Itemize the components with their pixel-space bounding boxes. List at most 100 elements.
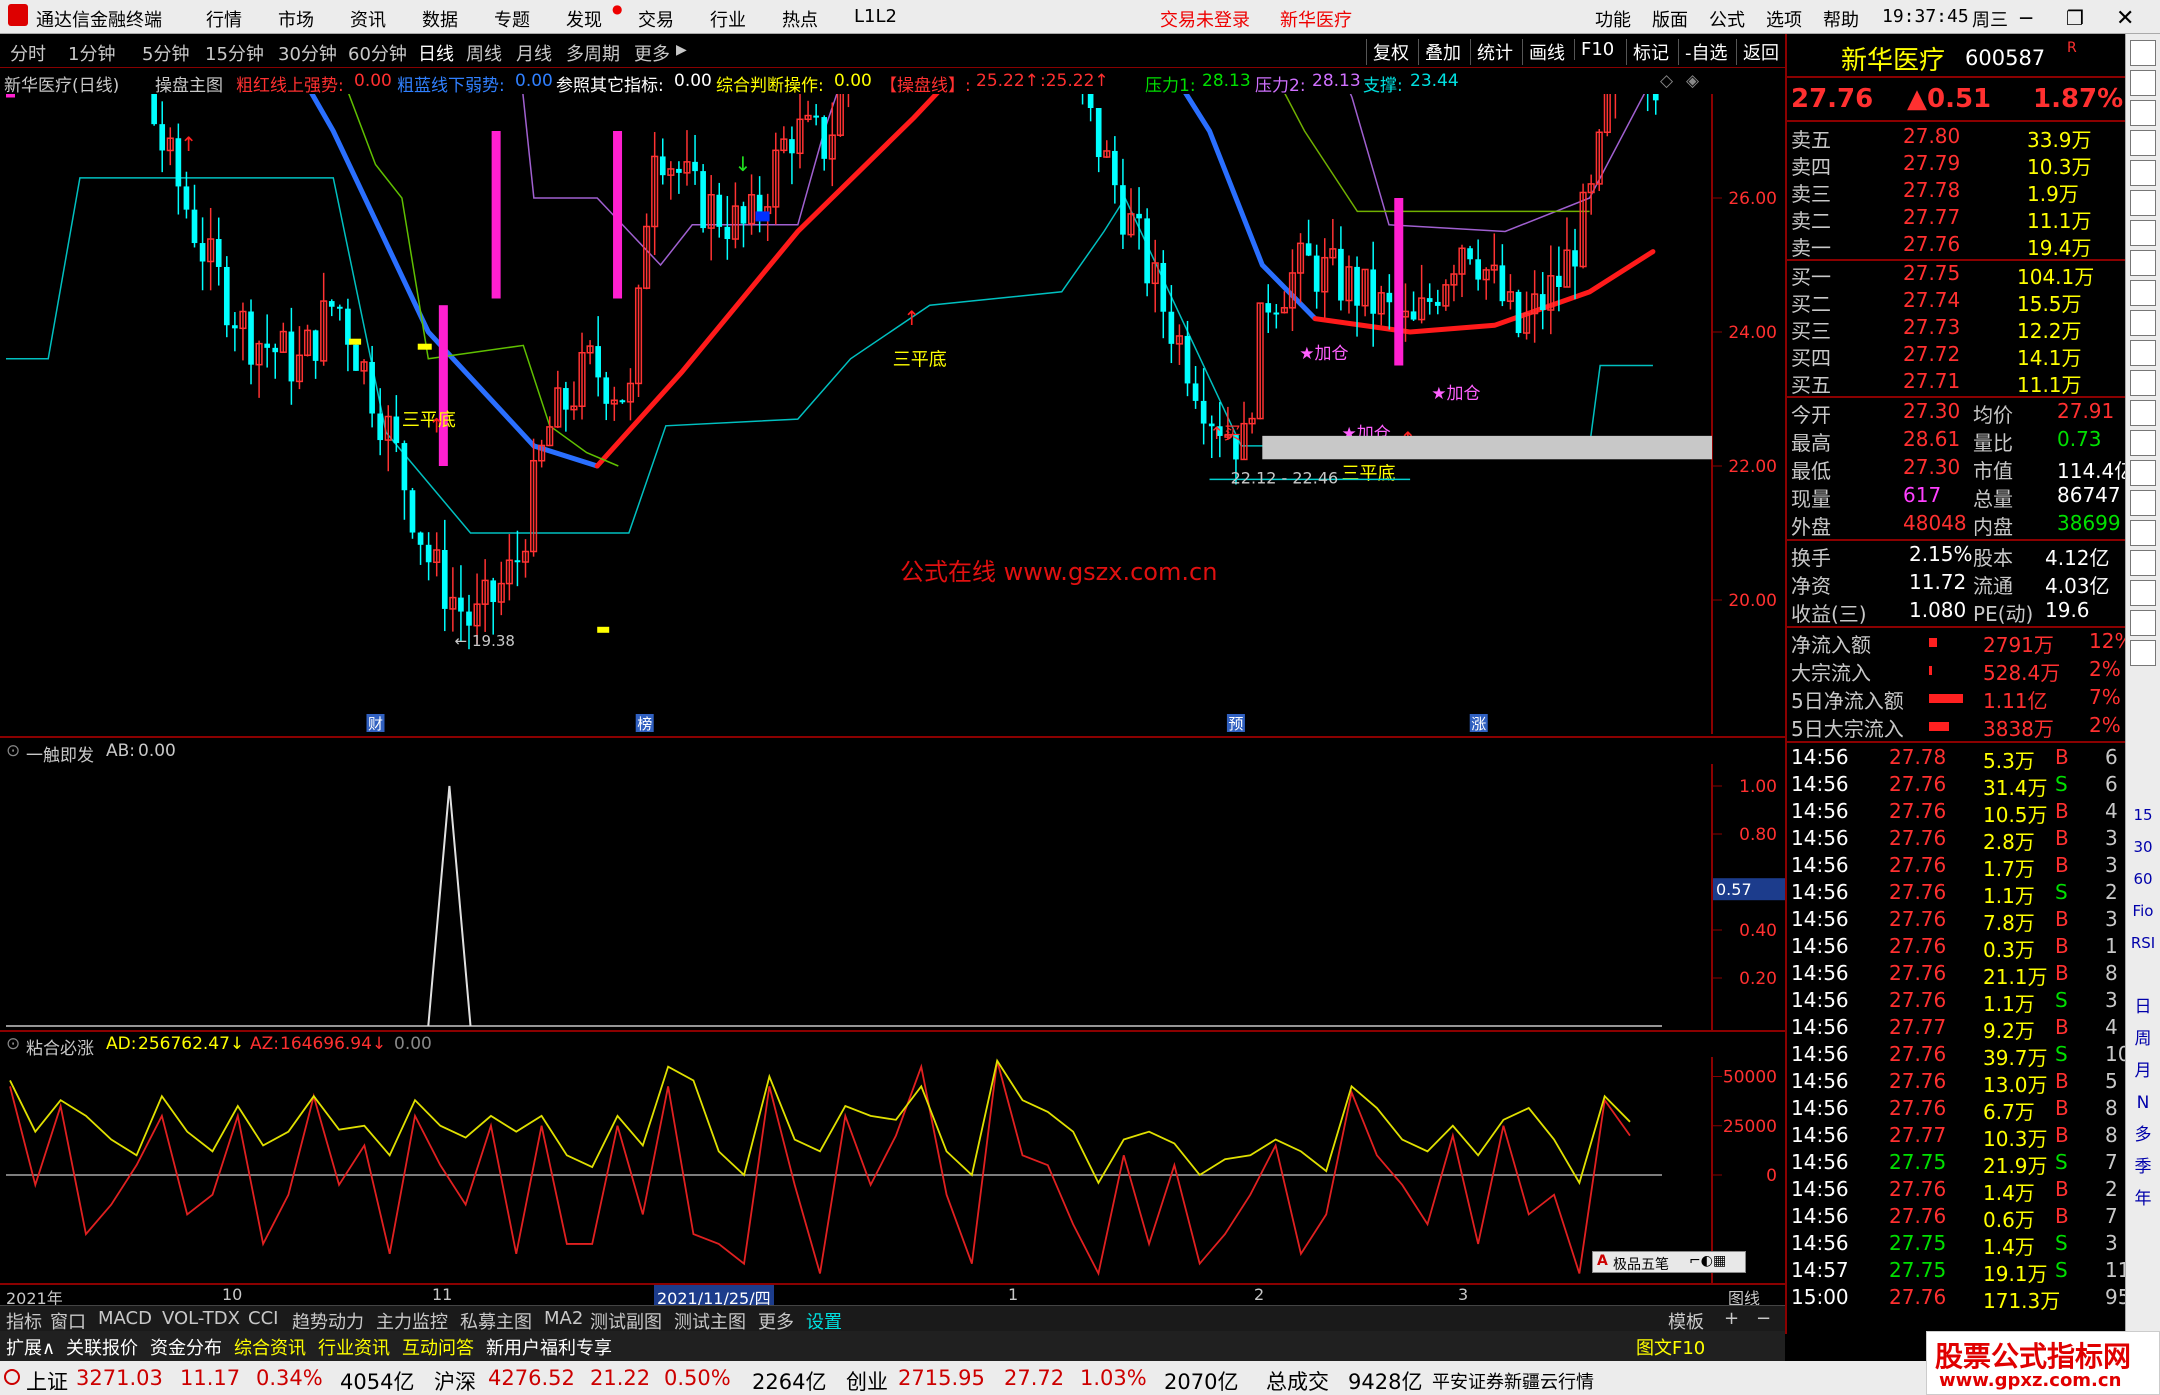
tab-macd[interactable]: MACD bbox=[98, 1308, 152, 1329]
tick-row[interactable]: 14:56 27.76 10.5万 B 4 bbox=[1787, 799, 2127, 827]
tick-row[interactable]: 14:56 27.76 1.1万 S 3 bbox=[1787, 988, 2127, 1016]
pane2-title[interactable]: 一触即发 bbox=[26, 741, 94, 766]
menu-item-zhuanti[interactable]: 专题 bbox=[494, 6, 530, 32]
index-hs-name[interactable]: 沪深 bbox=[434, 1366, 476, 1395]
tool-icon[interactable]: RSI bbox=[2130, 930, 2156, 956]
tick-row[interactable]: 14:56 27.76 1.4万 B 2 bbox=[1787, 1177, 2127, 1205]
period-15min[interactable]: 15分钟 bbox=[205, 40, 264, 66]
tool-icon[interactable]: Fio bbox=[2130, 898, 2156, 924]
broker-name[interactable]: 平安证券新疆云行情 bbox=[1432, 1368, 1594, 1394]
sidebar-period-6[interactable]: 年 bbox=[2130, 1186, 2156, 1212]
ask-row[interactable]: 卖二 27.77 11.1万 bbox=[1787, 205, 2127, 233]
diamond-icon[interactable]: ◇ bbox=[1660, 71, 1673, 91]
tick-row[interactable]: 14:56 27.76 39.7万 S 10 bbox=[1787, 1042, 2130, 1070]
tick-row[interactable]: 14:56 27.75 1.4万 S 3 bbox=[1787, 1231, 2127, 1259]
menu-item-shuju[interactable]: 数据 bbox=[422, 6, 458, 32]
tool-icon[interactable] bbox=[2130, 280, 2156, 306]
tool-icon[interactable]: 60 bbox=[2130, 866, 2156, 892]
more-arrow-icon[interactable]: ▶ bbox=[676, 42, 687, 58]
menu-item-zixun[interactable]: 资讯 bbox=[350, 6, 386, 32]
pane3-chart[interactable]: 50000 25000 0 bbox=[0, 1057, 1785, 1283]
stat-row[interactable]: 外盘 48048 内盘 38699 bbox=[1787, 511, 2127, 539]
period-60min[interactable]: 60分钟 bbox=[348, 40, 407, 66]
bid-row[interactable]: 买二 27.74 15.5万 bbox=[1787, 288, 2127, 316]
period-1min[interactable]: 1分钟 bbox=[68, 40, 115, 66]
period-fenshi[interactable]: 分时 bbox=[10, 40, 46, 66]
ask-row[interactable]: 卖三 27.78 1.9万 bbox=[1787, 178, 2127, 206]
pane-collapse-icon[interactable]: ⊙ bbox=[6, 1034, 20, 1054]
tool-icon[interactable] bbox=[2130, 100, 2156, 126]
menu-item-redian[interactable]: 热点 bbox=[782, 6, 818, 32]
tick-row[interactable]: 15:00 27.76 171.3万 95 bbox=[1787, 1285, 2130, 1313]
fin-row[interactable]: 换手 2.15% 股本 4.12亿 bbox=[1787, 542, 2127, 570]
period-5min[interactable]: 5分钟 bbox=[142, 40, 189, 66]
sidebar-period-4[interactable]: 多 bbox=[2130, 1122, 2156, 1148]
btn-zixuan[interactable]: -自选 bbox=[1678, 39, 1734, 65]
menu-xuanxiang[interactable]: 选项 bbox=[1766, 6, 1802, 32]
period-weekly[interactable]: 周线 bbox=[466, 40, 502, 66]
tool-icon[interactable] bbox=[2130, 490, 2156, 516]
main-indicator-name[interactable]: 操盘主图 bbox=[155, 71, 223, 96]
pane-divider[interactable] bbox=[0, 736, 1785, 738]
tick-row[interactable]: 14:56 27.76 31.4万 S 6 bbox=[1787, 772, 2127, 800]
stat-row[interactable]: 现量 617 总量 86747 bbox=[1787, 483, 2127, 511]
fin-row[interactable]: 净资 11.72 流通 4.03亿 bbox=[1787, 570, 2127, 598]
tool-icon[interactable] bbox=[2130, 160, 2156, 186]
tab-tuwen-f10[interactable]: 图文F10 bbox=[1636, 1334, 1705, 1360]
window-close-icon[interactable]: ✕ bbox=[2116, 6, 2134, 31]
sidebar-period-1[interactable]: 周 bbox=[2130, 1026, 2156, 1052]
tick-row[interactable]: 14:56 27.75 21.9万 S 7 bbox=[1787, 1150, 2127, 1178]
remove-tab-icon[interactable]: − bbox=[1756, 1308, 1771, 1329]
tab-hangyezixun[interactable]: 行业资讯 bbox=[318, 1334, 390, 1360]
flow-row[interactable]: 大宗流入 528.4万 2% bbox=[1787, 657, 2127, 685]
btn-huaxian[interactable]: 画线 bbox=[1522, 39, 1571, 65]
tab-zijinfenbu[interactable]: 资金分布 bbox=[150, 1334, 222, 1360]
tick-row[interactable]: 14:56 27.76 0.3万 B 1 bbox=[1787, 934, 2127, 962]
login-status[interactable]: 交易未登录 bbox=[1160, 6, 1250, 32]
pane3-title[interactable]: 粘合必涨 bbox=[26, 1034, 94, 1059]
tick-row[interactable]: 14:56 27.76 1.1万 S 2 bbox=[1787, 880, 2127, 908]
tool-icon[interactable] bbox=[2130, 610, 2156, 636]
menu-item-l1l2[interactable]: L1L2 bbox=[854, 6, 897, 27]
tool-icon[interactable] bbox=[2130, 340, 2156, 366]
tick-row[interactable]: 14:56 27.76 2.8万 B 3 bbox=[1787, 826, 2127, 854]
tool-icon[interactable] bbox=[2130, 130, 2156, 156]
btn-tongji[interactable]: 统计 bbox=[1470, 39, 1519, 65]
pane-divider[interactable] bbox=[0, 1030, 1785, 1032]
menu-item-hangqing[interactable]: 行情 bbox=[206, 6, 242, 32]
tab-kuozhan[interactable]: 扩展∧ bbox=[6, 1334, 55, 1360]
menu-item-hangye[interactable]: 行业 bbox=[710, 6, 746, 32]
bid-row[interactable]: 买三 27.73 12.2万 bbox=[1787, 315, 2127, 343]
menu-bangzhu[interactable]: 帮助 bbox=[1823, 6, 1859, 32]
btn-fanhui[interactable]: 返回 bbox=[1736, 39, 1785, 65]
tick-row[interactable]: 14:56 27.76 0.6万 B 7 bbox=[1787, 1204, 2127, 1232]
window-minimize-icon[interactable]: ─ bbox=[2020, 6, 2032, 30]
kline-chart[interactable]: 36.0034.0032.0030.0028.0026.0024.0022.00… bbox=[0, 94, 1785, 734]
ask-row[interactable]: 卖五 27.80 33.9万 bbox=[1787, 124, 2127, 152]
input-method-bar[interactable]: A 极品五笔 ⌐◐▦ bbox=[1592, 1251, 1746, 1273]
tool-icon[interactable] bbox=[2130, 220, 2156, 246]
tab-ma2[interactable]: MA2 bbox=[544, 1308, 583, 1329]
period-multi[interactable]: 多周期 bbox=[566, 40, 620, 66]
tool-icon[interactable] bbox=[2130, 250, 2156, 276]
sidebar-period-2[interactable]: 月 bbox=[2130, 1058, 2156, 1084]
bid-row[interactable]: 买一 27.75 104.1万 bbox=[1787, 261, 2127, 289]
tick-row[interactable]: 14:56 27.78 5.3万 B 6 bbox=[1787, 745, 2127, 773]
menu-item-shichang[interactable]: 市场 bbox=[278, 6, 314, 32]
tool-icon[interactable]: 15 bbox=[2130, 802, 2156, 828]
stat-row[interactable]: 今开 27.30 均价 27.91 bbox=[1787, 399, 2127, 427]
tick-row[interactable]: 14:57 27.75 19.1万 S 11 bbox=[1787, 1258, 2130, 1286]
tool-icon[interactable] bbox=[2130, 370, 2156, 396]
tool-icon[interactable] bbox=[2130, 550, 2156, 576]
tab-cci[interactable]: CCI bbox=[248, 1308, 278, 1329]
bid-row[interactable]: 买五 27.71 11.1万 bbox=[1787, 369, 2127, 397]
tool-icon[interactable] bbox=[2130, 460, 2156, 486]
tool-icon[interactable] bbox=[2130, 640, 2156, 666]
period-daily[interactable]: 日线 bbox=[418, 40, 454, 66]
tab-guanlianbaojia[interactable]: 关联报价 bbox=[66, 1334, 138, 1360]
tool-icon[interactable] bbox=[2130, 580, 2156, 606]
menu-gongshi[interactable]: 公式 bbox=[1709, 6, 1745, 32]
ime-mode-icon[interactable]: ⌐◐▦ bbox=[1689, 1253, 1726, 1269]
stat-row[interactable]: 最低 27.30 市值 114.4亿 bbox=[1787, 455, 2134, 483]
tool-icon[interactable] bbox=[2130, 310, 2156, 336]
